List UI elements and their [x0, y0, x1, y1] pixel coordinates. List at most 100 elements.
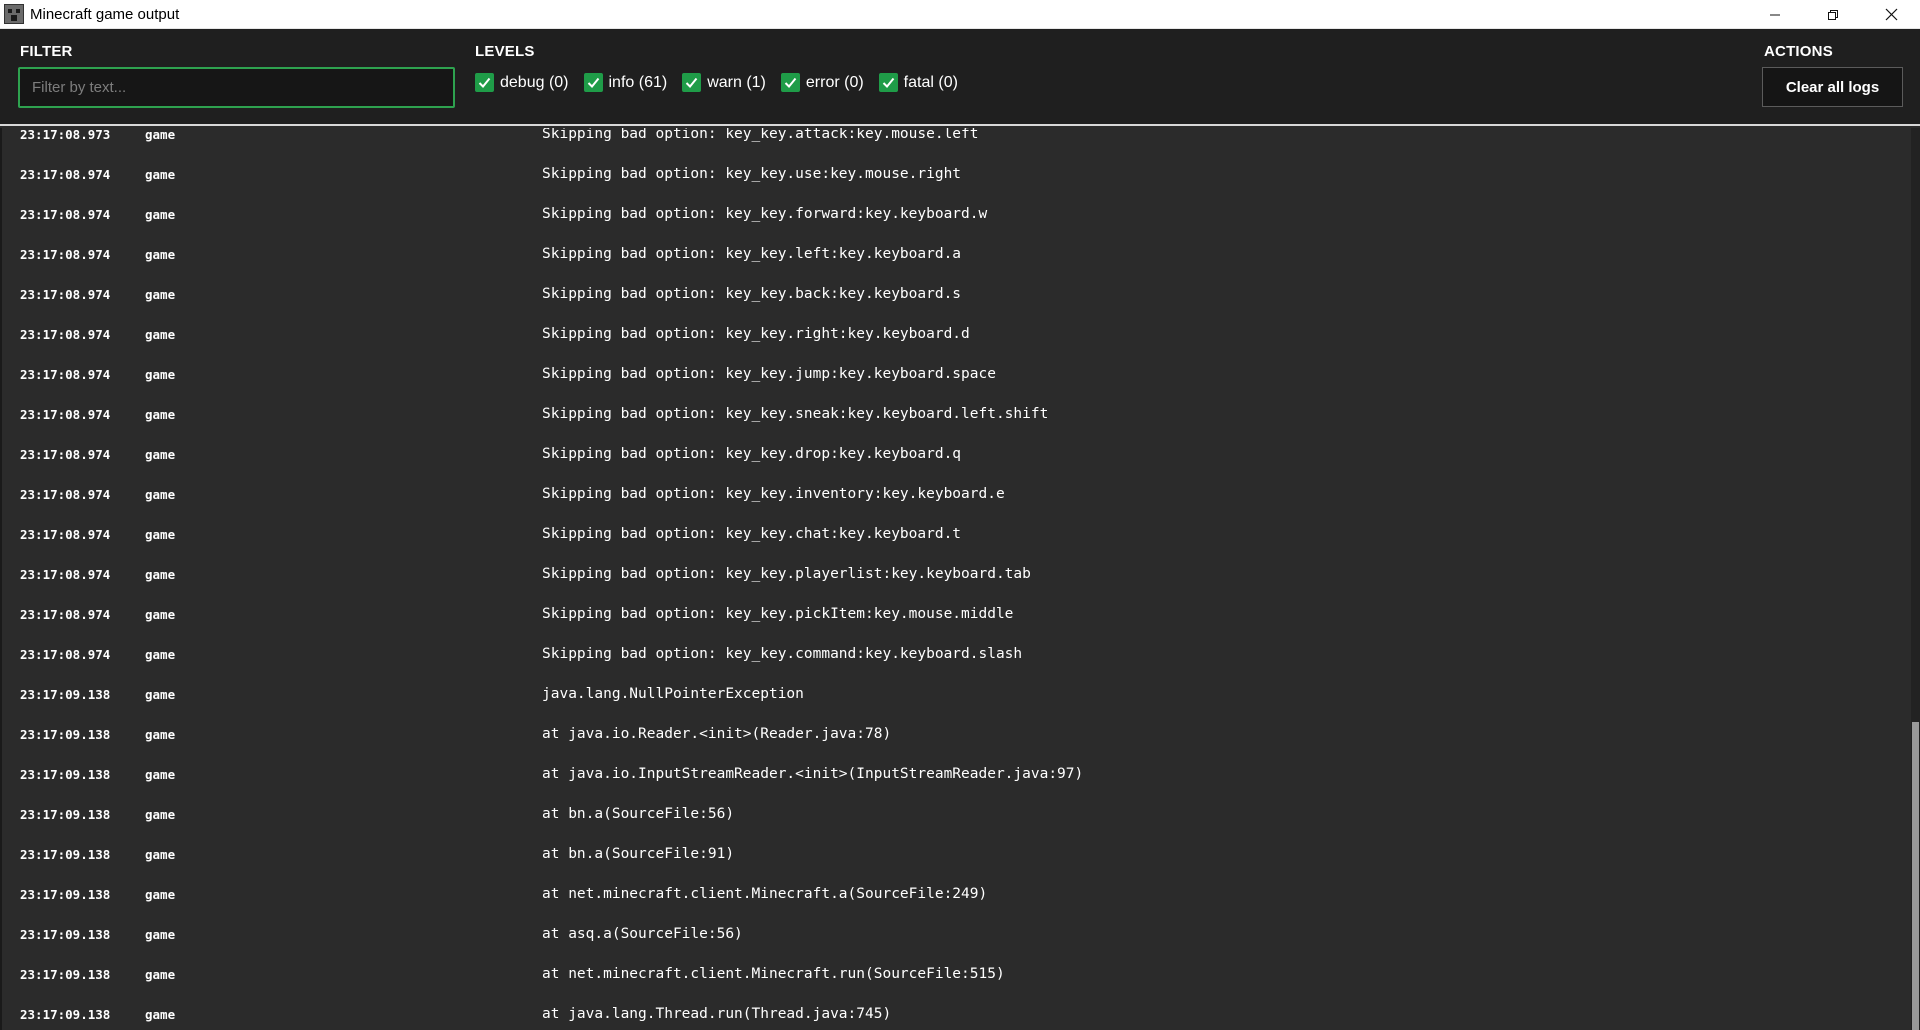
log-message: at java.lang.Thread.run(Thread.java:745) [542, 1006, 892, 1022]
log-output[interactable]: 23:17:08.973 game Skipping bad option: key… [0, 128, 1920, 1030]
level-toggle-error[interactable]: error (0) [780, 73, 864, 92]
vertical-scrollbar[interactable] [1911, 128, 1920, 1030]
log-timestamp: 23:17:08.974 [20, 406, 111, 422]
title-bar: Minecraft game output [0, 0, 1920, 29]
log-row: 23:17:09.138 game at java.io.Reader.<init>… [2, 714, 1910, 754]
log-source: game [145, 486, 176, 502]
log-source: game [145, 686, 176, 702]
log-timestamp: 23:17:09.138 [20, 726, 111, 742]
log-row: 23:17:08.974 game Skipping bad option: key… [2, 354, 1910, 394]
log-source: game [145, 566, 176, 582]
log-source: game [145, 606, 176, 622]
log-source: game [145, 246, 176, 262]
log-row: 23:17:09.138 game at net.minecraft.client.… [2, 954, 1910, 994]
minimize-icon [1770, 14, 1780, 15]
log-message: at net.minecraft.client.Minecraft.a(Sour… [542, 886, 988, 902]
log-source: game [145, 446, 176, 462]
log-timestamp: 23:17:09.138 [20, 686, 111, 702]
toolbar-header: FILTER LEVELS debug (0) info (61) warn (… [0, 29, 1920, 126]
close-button[interactable] [1862, 0, 1920, 29]
log-row: 23:17:08.974 game Skipping bad option: key… [2, 314, 1910, 354]
log-row: 23:17:08.974 game Skipping bad option: key… [2, 594, 1910, 634]
checkbox-checked-icon[interactable] [682, 73, 702, 92]
log-source: game [145, 206, 176, 222]
log-message: Skipping bad option: key_key.playerlist:… [542, 566, 1031, 582]
log-message: at java.io.InputStreamReader.<init>(Inpu… [542, 766, 1084, 782]
level-toggle-debug[interactable]: debug (0) [475, 73, 569, 92]
log-message: Skipping bad option: key_key.back:key.ke… [542, 286, 962, 302]
log-timestamp: 23:17:09.138 [20, 1006, 111, 1022]
log-row: 23:17:08.974 game Skipping bad option: key… [2, 394, 1910, 434]
close-icon [1885, 8, 1897, 21]
log-timestamp: 23:17:08.974 [20, 166, 111, 182]
log-row: 23:17:09.138 game at java.io.InputStreamRe… [2, 754, 1910, 794]
log-source: game [145, 128, 176, 142]
log-message: Skipping bad option: key_key.drop:key.ke… [542, 446, 962, 462]
log-message: Skipping bad option: key_key.right:key.k… [542, 326, 970, 342]
log-timestamp: 23:17:09.138 [20, 846, 111, 862]
log-row: 23:17:08.974 game Skipping bad option: key… [2, 474, 1910, 514]
level-label-fatal: fatal (0) [903, 73, 958, 91]
log-message: Skipping bad option: key_key.jump:key.ke… [542, 366, 996, 382]
checkbox-checked-icon[interactable] [878, 73, 898, 92]
restore-icon [1828, 9, 1838, 20]
log-timestamp: 23:17:08.973 [20, 128, 111, 142]
log-row: 23:17:08.974 game Skipping bad option: key… [2, 154, 1910, 194]
log-source: game [145, 166, 176, 182]
level-label-warn: warn (1) [707, 73, 766, 91]
log-timestamp: 23:17:08.974 [20, 486, 111, 502]
window-controls [1746, 0, 1920, 29]
level-label-error: error (0) [805, 73, 864, 91]
log-row: 23:17:08.974 game Skipping bad option: key… [2, 634, 1910, 674]
minimize-button[interactable] [1746, 0, 1804, 29]
log-row: 23:17:09.138 game at bn.a(SourceFile:91) [2, 834, 1910, 874]
clear-all-logs-button[interactable]: Clear all logs [1762, 67, 1903, 107]
log-source: game [145, 526, 176, 542]
log-timestamp: 23:17:08.974 [20, 566, 111, 582]
window-title: Minecraft game output [30, 5, 180, 23]
log-source: game [145, 966, 176, 982]
log-message: at net.minecraft.client.Minecraft.run(So… [542, 966, 1005, 982]
log-timestamp: 23:17:09.138 [20, 766, 111, 782]
log-timestamp: 23:17:08.974 [20, 246, 111, 262]
restore-button[interactable] [1804, 0, 1862, 29]
checkbox-checked-icon[interactable] [475, 73, 494, 92]
level-label-info: info (61) [608, 73, 668, 91]
log-row: 23:17:09.138 game at java.lang.Thread.run(… [2, 994, 1910, 1030]
log-row: 23:17:09.138 game java.lang.NullPointerExc… [2, 674, 1910, 714]
levels-label: LEVELS [475, 43, 535, 60]
log-row: 23:17:09.138 game at bn.a(SourceFile:56) [2, 794, 1910, 834]
level-toggle-warn[interactable]: warn (1) [682, 73, 766, 92]
log-timestamp: 23:17:08.974 [20, 606, 111, 622]
log-row: 23:17:08.974 game Skipping bad option: key… [2, 194, 1910, 234]
levels-group: debug (0) info (61) warn (1) error (0) f… [475, 73, 973, 92]
log-source: game [145, 806, 176, 822]
log-source: game [145, 766, 176, 782]
log-source: game [145, 286, 176, 302]
log-timestamp: 23:17:09.138 [20, 806, 111, 822]
log-row: 23:17:09.138 game at asq.a(SourceFile:56) [2, 914, 1910, 954]
log-timestamp: 23:17:08.974 [20, 326, 111, 342]
log-row: 23:17:09.138 game at net.minecraft.client.… [2, 874, 1910, 914]
log-timestamp: 23:17:08.974 [20, 446, 111, 462]
scrollbar-thumb[interactable] [1912, 722, 1919, 1030]
checkbox-checked-icon[interactable] [780, 73, 800, 92]
log-row: 23:17:08.973 game Skipping bad option: key… [2, 128, 1910, 154]
checkbox-checked-icon[interactable] [583, 73, 603, 92]
log-source: game [145, 886, 176, 902]
log-timestamp: 23:17:09.138 [20, 966, 111, 982]
log-message: Skipping bad option: key_key.chat:key.ke… [542, 526, 962, 542]
log-message: Skipping bad option: key_key.left:key.ke… [542, 246, 962, 262]
level-toggle-fatal[interactable]: fatal (0) [878, 73, 958, 92]
log-message: Skipping bad option: key_key.inventory:k… [542, 486, 1005, 502]
log-source: game [145, 926, 176, 942]
minecraft-creeper-icon [4, 4, 24, 24]
log-timestamp: 23:17:08.974 [20, 526, 111, 542]
log-timestamp: 23:17:09.138 [20, 886, 111, 902]
log-source: game [145, 406, 176, 422]
log-message: Skipping bad option: key_key.command:key… [542, 646, 1023, 662]
log-message: at java.io.Reader.<init>(Reader.java:78) [542, 726, 892, 742]
filter-input[interactable] [18, 67, 455, 108]
level-toggle-info[interactable]: info (61) [583, 73, 668, 92]
log-source: game [145, 846, 176, 862]
